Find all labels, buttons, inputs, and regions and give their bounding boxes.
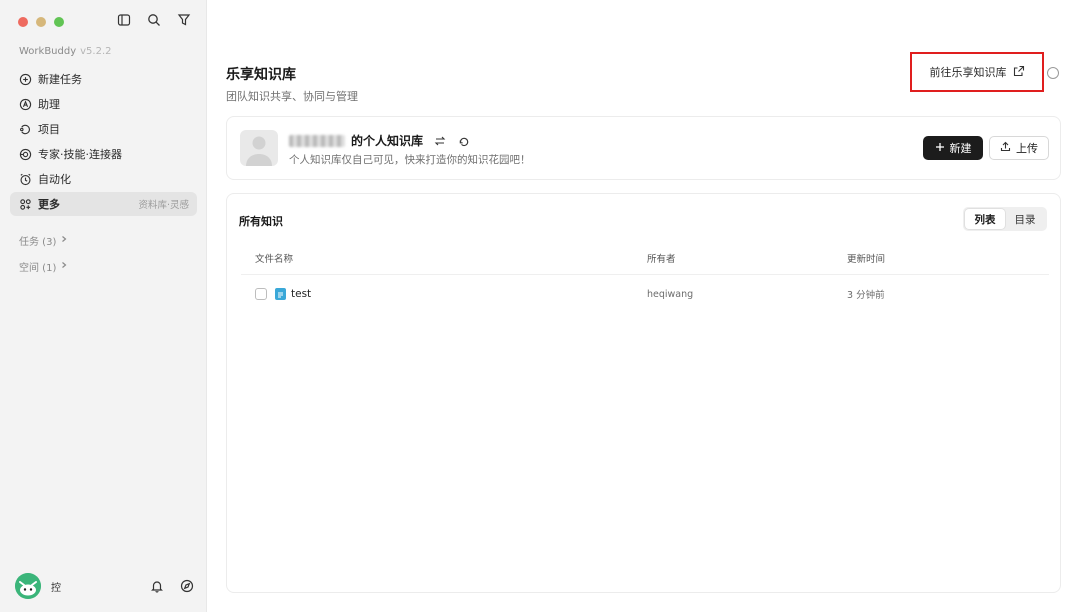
sidebar-footer: 控 xyxy=(15,572,195,600)
sidebar-item-more[interactable]: 更多 资料库·灵感 xyxy=(10,192,197,216)
new-button[interactable]: 新建 xyxy=(923,136,983,160)
alarm-icon xyxy=(18,172,32,186)
chevron-right-icon xyxy=(60,261,68,272)
expert-icon xyxy=(18,147,32,161)
kb-avatar xyxy=(240,130,278,166)
sidebar-item-label: 新建任务 xyxy=(38,73,82,86)
list-title: 所有知识 xyxy=(239,215,283,228)
page-title: 乐享知识库 xyxy=(226,67,296,83)
column-header-owner[interactable]: 所有者 xyxy=(647,251,847,265)
highlight-box: 前往乐享知识库 xyxy=(910,52,1044,92)
view-tree-tab[interactable]: 目录 xyxy=(1005,209,1045,229)
external-link-icon xyxy=(1013,65,1025,80)
sidebar-item-automation[interactable]: 自动化 xyxy=(10,167,197,191)
row-file-name[interactable]: test xyxy=(291,288,311,300)
upload-button-label: 上传 xyxy=(1016,142,1038,155)
chevron-right-icon xyxy=(60,235,68,246)
sidebar-item-label: 项目 xyxy=(38,123,60,136)
search-icon[interactable] xyxy=(146,12,162,28)
bell-icon[interactable] xyxy=(149,578,165,594)
refresh-icon[interactable] xyxy=(457,134,471,148)
user-name: 控 xyxy=(51,582,61,594)
sidebar-item-label: 自动化 xyxy=(38,173,71,186)
project-icon xyxy=(18,122,32,136)
redacted-username xyxy=(289,134,345,147)
sidebar: WorkBuddy v5.2.2 新建任务 助理 项目 专家·技能·连接器 自动… xyxy=(0,0,207,612)
personal-kb-card: 的个人知识库 个人知识库仅自己可见，快来打造你的知识花园吧！ 新建 上传 xyxy=(226,116,1061,180)
sidebar-group-label: 空间 (1) xyxy=(19,263,57,274)
sidebar-item-label: 专家·技能·连接器 xyxy=(38,148,122,161)
kb-description: 个人知识库仅自己可见，快来打造你的知识花园吧！ xyxy=(289,154,531,166)
sidebar-group-label: 任务 (3) xyxy=(19,237,57,248)
sidebar-item-label: 助理 xyxy=(38,98,60,111)
sidebar-item-label: 更多 xyxy=(38,198,60,211)
kb-name: 的个人知识库 xyxy=(289,132,471,149)
page-subtitle: 团队知识共享、协同与管理 xyxy=(226,90,358,103)
app-name-text: WorkBuddy xyxy=(19,46,77,57)
row-checkbox[interactable] xyxy=(255,288,267,300)
app-version: v5.2.2 xyxy=(80,46,112,57)
status-circle-icon[interactable] xyxy=(1047,67,1059,79)
sidebar-item-project[interactable]: 项目 xyxy=(10,117,197,141)
document-icon xyxy=(275,288,286,300)
main-content: 乐享知识库 团队知识共享、协同与管理 前往乐享知识库 的个人知识库 个人知识库仅… xyxy=(207,0,1080,612)
column-header-updated[interactable]: 更新时间 xyxy=(847,251,1047,265)
app-window: WorkBuddy v5.2.2 新建任务 助理 项目 专家·技能·连接器 自动… xyxy=(0,0,1080,612)
goto-button-label: 前往乐享知识库 xyxy=(929,66,1007,79)
filter-icon[interactable] xyxy=(176,12,192,28)
kb-name-suffix: 的个人知识库 xyxy=(351,134,424,148)
table-header: 文件名称 所有者 更新时间 xyxy=(241,242,1049,275)
view-toggle: 列表 目录 xyxy=(963,207,1047,231)
grid-icon xyxy=(18,197,32,211)
plus-icon xyxy=(935,142,945,155)
column-header-file-name[interactable]: 文件名称 xyxy=(241,251,647,265)
app-name: WorkBuddy v5.2.2 xyxy=(19,46,112,57)
avatar[interactable] xyxy=(15,573,41,599)
view-list-tab[interactable]: 列表 xyxy=(965,209,1005,229)
switch-icon[interactable] xyxy=(433,134,447,148)
sidebar-toggle-icon[interactable] xyxy=(116,12,132,28)
sidebar-group-tasks[interactable]: 任务 (3) xyxy=(19,233,68,248)
row-owner: heqiwang xyxy=(647,288,694,300)
upload-button[interactable]: 上传 xyxy=(989,136,1049,160)
sidebar-nav: 新建任务 助理 项目 专家·技能·连接器 自动化 更多 资料库·灵感 xyxy=(10,67,197,217)
footer-actions xyxy=(149,578,195,594)
sidebar-group-spaces[interactable]: 空间 (1) xyxy=(19,259,68,274)
row-name-cell: test xyxy=(241,288,647,300)
new-button-label: 新建 xyxy=(949,142,972,155)
close-window-button[interactable] xyxy=(18,17,28,27)
sidebar-item-new-task[interactable]: 新建任务 xyxy=(10,67,197,91)
sidebar-tools xyxy=(116,12,192,28)
assistant-icon xyxy=(18,97,32,111)
row-updated: 3 分钟前 xyxy=(847,290,885,301)
minimize-window-button[interactable] xyxy=(36,17,46,27)
sidebar-item-assistant[interactable]: 助理 xyxy=(10,92,197,116)
goto-knowledge-base-button[interactable]: 前往乐享知识库 xyxy=(930,64,1025,80)
plus-circle-icon xyxy=(18,72,32,86)
upload-icon xyxy=(1000,141,1011,155)
compass-icon[interactable] xyxy=(179,578,195,594)
zoom-window-button[interactable] xyxy=(54,17,64,27)
sidebar-item-hint: 资料库·灵感 xyxy=(138,200,189,211)
sidebar-item-experts[interactable]: 专家·技能·连接器 xyxy=(10,142,197,166)
window-controls xyxy=(18,17,64,27)
knowledge-list-card: 所有知识 列表 目录 文件名称 所有者 更新时间 test heqiwang 3… xyxy=(226,193,1061,593)
table-row[interactable]: test heqiwang 3 分钟前 xyxy=(241,275,1049,313)
knowledge-table: 文件名称 所有者 更新时间 test heqiwang 3 分钟前 xyxy=(241,242,1049,313)
